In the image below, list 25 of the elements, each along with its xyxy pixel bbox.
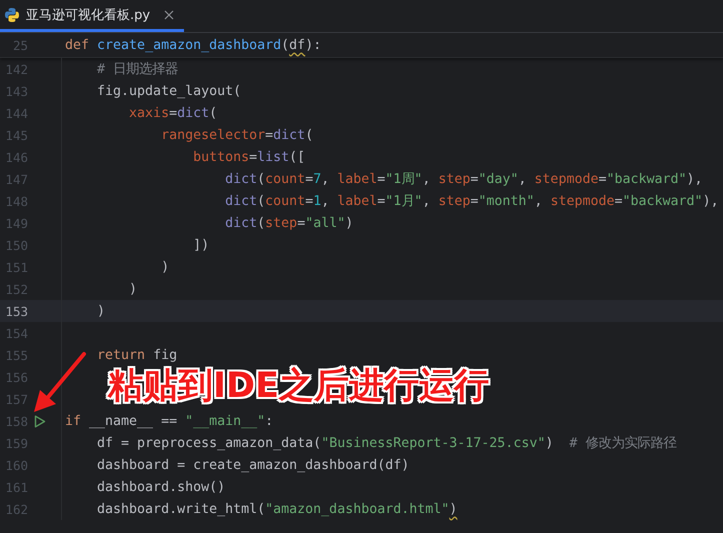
- code-line: ): [96, 304, 106, 318]
- code-line: rangeselector=dict(: [160, 128, 314, 142]
- line-number: 153: [4, 304, 28, 318]
- code-line: buttons=list([: [192, 150, 306, 164]
- file-tab[interactable]: 亚马逊可视化看板.py: [0, 0, 184, 32]
- annotation-text: 粘贴到IDE之后进行运行: [108, 366, 489, 406]
- code-line: dashboard = create_amazon_dashboard(df): [96, 458, 410, 472]
- code-line: fig.update_layout(: [96, 84, 242, 98]
- code-line: ): [160, 260, 170, 274]
- run-icon[interactable]: [34, 414, 46, 428]
- code-line: dict(count=7, label="1周", step="day", stepmode="backward"),: [224, 171, 703, 188]
- code-line: def create_amazon_dashboard(df):: [64, 38, 322, 52]
- code-line: xaxis=dict(: [128, 106, 218, 120]
- code-line: dashboard.show(): [96, 480, 226, 494]
- close-icon[interactable]: [164, 10, 174, 20]
- code-line: dict(count=1, label="1月", step="month", stepmode="backward"),: [224, 193, 719, 210]
- code-line: dict(step="all"): [224, 216, 354, 230]
- code-line: ): [128, 282, 138, 296]
- code-line: ]): [192, 238, 210, 252]
- code-line: return fig: [96, 348, 178, 362]
- python-logo-icon: [4, 6, 20, 22]
- code-line: dashboard.write_html("amazon_dashboard.html"): [96, 502, 458, 516]
- code-line: df = preprocess_amazon_data("BusinessReport-3-17-25.csv") # 修改为实际路径: [96, 434, 676, 452]
- code-line: # 日期选择器: [96, 61, 178, 78]
- code-line: if __name__ == "__main__":: [64, 414, 274, 428]
